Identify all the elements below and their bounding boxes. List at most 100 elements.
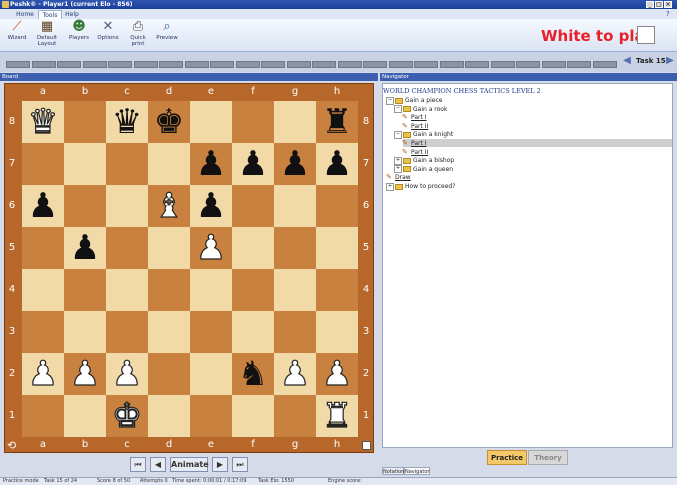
tree-label[interactable]: Part II xyxy=(411,149,428,156)
tab-home[interactable]: Home xyxy=(14,10,36,19)
square-g4[interactable] xyxy=(274,269,316,311)
practice-button[interactable]: Practice xyxy=(487,450,527,465)
square-d5[interactable] xyxy=(148,227,190,269)
square-d1[interactable] xyxy=(148,395,190,437)
tree-label[interactable]: Draw xyxy=(395,174,411,181)
square-d8[interactable]: ♚ xyxy=(148,101,190,143)
square-e3[interactable] xyxy=(190,311,232,353)
square-g5[interactable] xyxy=(274,227,316,269)
square-d7[interactable] xyxy=(148,143,190,185)
square-a7[interactable] xyxy=(22,143,64,185)
square-d3[interactable] xyxy=(148,311,190,353)
square-a3[interactable] xyxy=(22,311,64,353)
square-e7[interactable]: ♟ xyxy=(190,143,232,185)
task-segment[interactable] xyxy=(235,61,260,68)
square-a6[interactable]: ♟ xyxy=(22,185,64,227)
task-segment[interactable] xyxy=(388,61,413,68)
expand-toggle-icon[interactable]: − xyxy=(386,96,394,105)
square-c8[interactable]: ♛ xyxy=(106,101,148,143)
tree-label[interactable]: Part II xyxy=(411,123,428,130)
black-pawn-icon[interactable]: ♟ xyxy=(274,143,316,185)
square-h2[interactable]: ♟ xyxy=(316,353,358,395)
expand-toggle-icon[interactable]: + xyxy=(394,165,402,174)
tree-label[interactable]: Gain a piece xyxy=(405,97,442,104)
square-c2[interactable]: ♟ xyxy=(106,353,148,395)
square-d6[interactable]: ♝ xyxy=(148,185,190,227)
tree-label[interactable]: Gain a queen xyxy=(413,166,453,173)
tree-label[interactable]: Part I xyxy=(411,140,427,147)
white-pawn-icon[interactable]: ♟ xyxy=(190,227,232,269)
task-segment[interactable] xyxy=(57,61,81,68)
black-pawn-icon[interactable]: ♟ xyxy=(22,185,64,227)
black-queen-icon[interactable]: ♛ xyxy=(106,101,148,143)
square-f2[interactable]: ♞ xyxy=(232,353,274,395)
task-segment[interactable] xyxy=(286,61,311,68)
square-e1[interactable] xyxy=(190,395,232,437)
expand-toggle-icon[interactable]: − xyxy=(394,105,402,114)
task-segment[interactable] xyxy=(541,61,566,68)
task-segment[interactable] xyxy=(108,61,132,68)
square-b7[interactable] xyxy=(64,143,106,185)
square-b5[interactable]: ♟ xyxy=(64,227,106,269)
previous-move-button[interactable]: ◀ xyxy=(150,457,166,472)
expand-toggle-icon[interactable]: + xyxy=(394,156,402,165)
task-segment[interactable] xyxy=(133,61,158,68)
tab-tools[interactable]: Tools xyxy=(38,10,62,19)
tree-label[interactable]: Gain a knight xyxy=(413,131,453,138)
square-b2[interactable]: ♟ xyxy=(64,353,106,395)
square-b3[interactable] xyxy=(64,311,106,353)
previous-task-button[interactable]: ◀ xyxy=(622,55,632,67)
square-g3[interactable] xyxy=(274,311,316,353)
square-a1[interactable] xyxy=(22,395,64,437)
task-segment[interactable] xyxy=(184,61,209,68)
white-pawn-icon[interactable]: ♟ xyxy=(274,353,316,395)
task-segment[interactable] xyxy=(567,61,591,68)
white-pawn-icon[interactable]: ♟ xyxy=(316,353,358,395)
wizard-button[interactable]: ⟋ Wizard xyxy=(4,20,30,50)
task-segment[interactable] xyxy=(31,61,56,68)
square-c4[interactable] xyxy=(106,269,148,311)
square-e6[interactable]: ♟ xyxy=(190,185,232,227)
task-segment[interactable] xyxy=(210,61,234,68)
square-a2[interactable]: ♟ xyxy=(22,353,64,395)
square-h1[interactable]: ♜ xyxy=(316,395,358,437)
white-king-icon[interactable]: ♚ xyxy=(106,395,148,437)
square-g2[interactable]: ♟ xyxy=(274,353,316,395)
square-h3[interactable] xyxy=(316,311,358,353)
black-knight-icon[interactable]: ♞ xyxy=(232,353,274,395)
task-segment[interactable] xyxy=(337,61,362,68)
tree-label[interactable]: Gain a bishop xyxy=(413,157,454,164)
animate-button[interactable]: Animate xyxy=(170,457,209,472)
next-task-button[interactable]: ▶ xyxy=(665,55,675,67)
tab-notation[interactable]: Notation xyxy=(382,467,404,475)
black-rook-icon[interactable]: ♜ xyxy=(316,101,358,143)
task-segment[interactable] xyxy=(6,61,30,68)
square-f7[interactable]: ♟ xyxy=(232,143,274,185)
first-move-button[interactable]: ⏮ xyxy=(130,457,146,472)
theory-button[interactable]: Theory xyxy=(528,450,568,465)
expand-toggle-icon[interactable]: − xyxy=(394,130,402,139)
white-pawn-icon[interactable]: ♟ xyxy=(22,353,64,395)
task-segment[interactable] xyxy=(159,61,183,68)
task-segment[interactable] xyxy=(82,61,107,68)
black-pawn-icon[interactable]: ♟ xyxy=(190,185,232,227)
square-a8[interactable]: ♛ xyxy=(22,101,64,143)
square-c3[interactable] xyxy=(106,311,148,353)
white-bishop-icon[interactable]: ♝ xyxy=(148,185,190,227)
close-button[interactable]: × xyxy=(664,1,672,8)
white-queen-icon[interactable]: ♛ xyxy=(22,101,64,143)
task-segment[interactable] xyxy=(439,61,464,68)
quick-print-button[interactable]: ⎙ Quick print xyxy=(123,20,153,50)
options-button[interactable]: ✕ Options xyxy=(95,20,121,50)
task-segment[interactable] xyxy=(592,61,617,68)
task-segment[interactable] xyxy=(516,61,540,68)
flip-board-icon[interactable]: ⟲ xyxy=(7,440,19,452)
square-h6[interactable] xyxy=(316,185,358,227)
square-e5[interactable]: ♟ xyxy=(190,227,232,269)
square-a5[interactable] xyxy=(22,227,64,269)
square-c6[interactable] xyxy=(106,185,148,227)
square-e4[interactable] xyxy=(190,269,232,311)
chess-board[interactable]: ♛ ♛ ♚ ♜ ♟ ♟ ♟ ♟ ♟ ♝ ♟ ♟ ♟ ♟ ♟ ♟ ♞ ♟ ♟ ♚ ♜ xyxy=(22,101,358,437)
square-c5[interactable] xyxy=(106,227,148,269)
square-f6[interactable] xyxy=(232,185,274,227)
